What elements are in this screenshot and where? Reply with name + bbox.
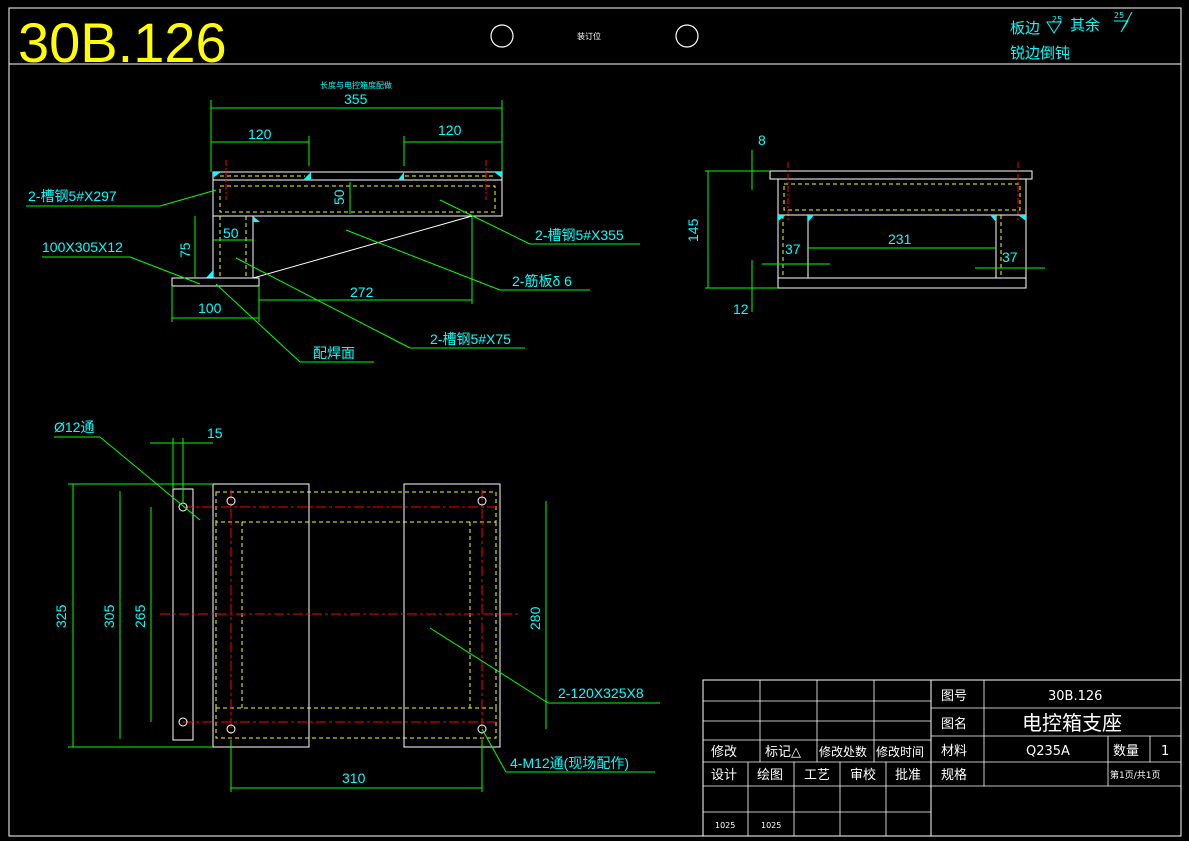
- sign-value-2: 1025: [761, 821, 781, 830]
- dim-75: 75: [177, 242, 193, 258]
- sign-header-3: 工艺: [804, 768, 830, 783]
- sign-value-1: 1025: [715, 821, 735, 830]
- surface-value-right: 25: [1114, 11, 1124, 20]
- side-dim-12: 12: [733, 301, 749, 317]
- rev-header-4: 修改时间: [876, 744, 924, 759]
- dim-272: 272: [350, 284, 374, 300]
- callout-weld: 配焊面: [313, 345, 355, 361]
- side-dim-145: 145: [685, 218, 701, 242]
- drawing-no-label: 图号: [941, 689, 967, 704]
- side-dim-231: 231: [888, 231, 912, 247]
- rev-header-2: 标记△: [765, 745, 801, 760]
- callout-base-plate: 100X305X12: [42, 239, 123, 255]
- callout-top-channel: 2-槽钢5#X297: [28, 188, 117, 204]
- side-dim-8: 8: [758, 132, 766, 148]
- callout-plate: 2-120X325X8: [558, 685, 644, 701]
- name-value: 电控箱支座: [1022, 711, 1122, 735]
- plan-dim-280: 280: [527, 606, 543, 630]
- plan-view: 325 305 265 280 310 15 Ø12通 2-120X325X8 …: [53, 419, 660, 792]
- qty-value: 1: [1161, 744, 1169, 759]
- page-info: 第1页/共1页: [1110, 769, 1161, 781]
- binding-hole-left: [490, 24, 514, 48]
- callout-long-channel: 2-槽钢5#X355: [535, 227, 624, 243]
- edge-note: 锐边倒钝: [1010, 44, 1070, 62]
- callout-hole: Ø12通: [54, 419, 94, 435]
- dim-100: 100: [198, 300, 222, 316]
- plan-dim-305: 305: [101, 604, 117, 628]
- rev-header-3: 修改处数: [819, 744, 867, 759]
- sign-header-5: 批准: [895, 768, 921, 783]
- front-view: 长度与电控箱度配做 355 120 120 50 75 50 100 272 2…: [26, 80, 640, 363]
- dim-50-leg: 50: [223, 225, 239, 241]
- callout-bolt-holes: 4-M12通(现场配作): [510, 755, 629, 771]
- name-label: 图名: [941, 716, 967, 732]
- dim-50-beam: 50: [331, 189, 347, 205]
- dim-120-right: 120: [438, 122, 462, 138]
- spec-label: 规格: [941, 767, 967, 783]
- sign-header-2: 绘图: [757, 768, 783, 783]
- drawing-no-value: 30B.126: [1048, 689, 1102, 704]
- title-block: 修改 标记△ 修改处数 修改时间 设计 绘图 工艺 审校 批准 1025 102…: [702, 679, 1182, 837]
- drawing-code-title: 30B.126: [18, 11, 227, 74]
- side-view: 145 8 12 231 37 37: [685, 132, 1045, 317]
- front-top-note: 长度与电控箱度配做: [320, 80, 392, 90]
- material-value: Q235A: [1026, 744, 1070, 759]
- binding-label: 装订位: [577, 31, 601, 41]
- callout-rib: 2-筋板δ 6: [512, 273, 572, 289]
- side-dim-37-left: 37: [785, 241, 801, 257]
- surface-note-left: 板边: [1010, 19, 1040, 37]
- rev-header-1: 修改: [711, 745, 737, 760]
- sign-header-1: 设计: [711, 768, 737, 783]
- plan-dim-265: 265: [132, 604, 148, 628]
- callout-leg-channel: 2-槽钢5#X75: [430, 331, 511, 347]
- surface-note-mid: 其余: [1070, 16, 1100, 34]
- cad-drawing: 30B.126 装订位 板边 25 其余 25 锐边倒钝 长度与电控箱度配做 3…: [8, 7, 1182, 837]
- material-label: 材料: [941, 744, 967, 759]
- plan-dim-310: 310: [342, 770, 366, 786]
- dim-120-left: 120: [248, 126, 272, 142]
- dim-355: 355: [344, 91, 368, 107]
- qty-label: 数量: [1113, 744, 1139, 759]
- binding-hole-right: [675, 24, 699, 48]
- plan-dim-15: 15: [207, 425, 223, 441]
- sheet-frame: [8, 7, 1182, 837]
- side-dim-37-right: 37: [1002, 249, 1018, 265]
- sign-header-4: 审校: [850, 767, 876, 783]
- plan-dim-325: 325: [53, 604, 69, 628]
